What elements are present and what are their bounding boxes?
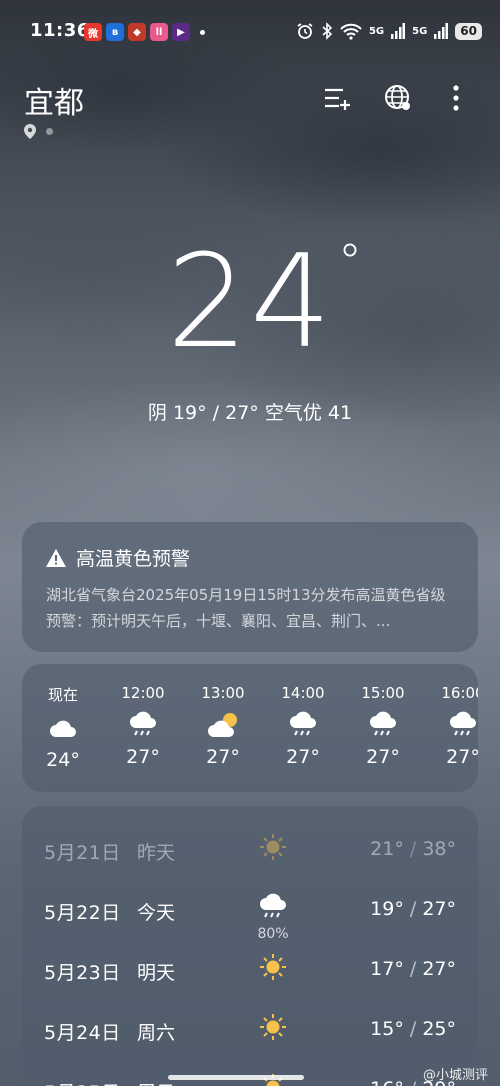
hour-temp: 24° (46, 749, 80, 771)
hour-time: 12:00 (121, 684, 165, 702)
hour-time: 16:00 (441, 684, 478, 702)
manage-cities-button[interactable] (322, 82, 354, 114)
hour-time: 13:00 (201, 684, 245, 702)
warning-icon (46, 548, 66, 567)
day-date: 5月25日 (44, 1078, 121, 1086)
hour-time: 现在 (47, 686, 78, 704)
alert-title-text: 高温黄色预警 (76, 548, 191, 570)
alert-title: 高温黄色预警 (46, 544, 190, 571)
day-date: 5月21日 (44, 842, 121, 864)
rain-icon (260, 893, 286, 918)
list-add-icon (325, 88, 350, 110)
sun-icon (260, 954, 286, 980)
day-high: 27° (422, 958, 456, 980)
hour-item: 现在 24° (28, 684, 98, 771)
sun-icon (260, 1014, 286, 1040)
hour-temp: 27° (366, 746, 400, 768)
day-range: 21° / 38° (370, 838, 456, 860)
status-time: 11:36 (30, 20, 90, 41)
signal-1-icon (391, 23, 406, 39)
day-high: 27° (422, 898, 456, 920)
day-low: 17° (370, 958, 404, 980)
current-temp-value: 24 (166, 228, 334, 377)
hour-item: 13:00 27° (188, 684, 258, 768)
day-date: 5月22日 (44, 902, 121, 924)
hour-time: 14:00 (281, 684, 325, 702)
day-weekday: 周六 (137, 1022, 176, 1044)
rain-icon (370, 711, 396, 736)
globe-button[interactable] (382, 82, 414, 114)
current-temperature: 24 ° (0, 228, 500, 377)
page-dot (46, 128, 53, 135)
signal-2-label: 5G (412, 25, 428, 37)
game-app-icon: ◆ (128, 23, 146, 41)
home-indicator[interactable] (168, 1075, 304, 1080)
day-low: 21° (370, 838, 404, 860)
hour-item: 14:00 27° (268, 684, 338, 768)
video-app-icon: ll (150, 23, 168, 41)
day-low: 19° (370, 898, 404, 920)
hour-item: 12:00 27° (108, 684, 178, 768)
player-app-icon: ▶ (172, 23, 190, 41)
location-indicator (24, 124, 53, 139)
watermark: @小城测评 (422, 1068, 488, 1083)
day-high: 38° (422, 838, 456, 860)
day-weekday: 明天 (137, 962, 176, 984)
hour-item: 15:00 27° (348, 684, 418, 768)
signal-2-icon (434, 23, 449, 39)
bluetooth-app-icon: ʙ (106, 23, 124, 41)
wifi-icon (340, 23, 362, 40)
bluetooth-icon (322, 22, 333, 40)
status-bar: 11:36 微 ʙ ◆ ll ▶ 5G 5G 60 (0, 0, 500, 64)
more-notifications-icon (200, 29, 205, 35)
day-weekday: 今天 (137, 902, 176, 924)
battery-indicator: 60 (455, 22, 482, 40)
hour-temp: 27° (126, 746, 160, 768)
day-low: 16° (370, 1078, 404, 1086)
precip-chance: 80% (257, 926, 289, 942)
more-vertical-icon (453, 85, 459, 111)
city-name[interactable]: 宜都 (24, 78, 84, 122)
sun-icon (260, 834, 286, 860)
signal-1-label: 5G (368, 25, 385, 37)
globe-icon (385, 85, 410, 110)
day-range: 17° / 27° (370, 958, 456, 980)
location-pin-icon (24, 124, 36, 139)
status-app-icons: 微 ʙ ◆ ll ▶ (84, 23, 205, 41)
more-options-button[interactable] (440, 82, 472, 114)
day-row[interactable]: 5月23日 明天 17° / 27° (22, 948, 478, 998)
alert-card[interactable]: 高温黄色预警 湖北省气象台2025年05月19日15时13分发布高温黄色省级预警… (22, 522, 478, 652)
alert-description: 湖北省气象台2025年05月19日15时13分发布高温黄色省级预警：预计明天午后… (46, 586, 446, 630)
day-date: 5月24日 (44, 1022, 121, 1044)
hour-temp: 27° (206, 746, 240, 768)
day-date: 5月23日 (44, 962, 121, 984)
day-row[interactable]: 5月21日 昨天 21° / 38° (22, 828, 478, 878)
hour-item: 16:00 27° (428, 684, 478, 768)
day-row[interactable]: 5月24日 周六 15° / 25° (22, 1008, 478, 1058)
hourly-forecast-card[interactable]: 现在 24° 12:00 27° 13:00 27° 14:00 27° 15:… (22, 664, 478, 792)
day-range: 19° / 27° (370, 898, 456, 920)
day-low: 15° (370, 1018, 404, 1040)
weibo-app-icon: 微 (84, 23, 102, 41)
degree-symbol: ° (338, 234, 364, 290)
day-high: 25° (422, 1018, 456, 1040)
rain-icon (130, 711, 156, 736)
day-row[interactable]: 5月22日 今天 80% 19° / 27° (22, 888, 478, 942)
status-right: 5G 5G 60 (296, 22, 482, 40)
daily-forecast-card[interactable]: 5月21日 昨天 21° / 38° 5月22日 今天 80% 19° / 27… (22, 806, 478, 1086)
hour-temp: 27° (446, 746, 478, 768)
weather-summary[interactable]: 阴 19° / 27° 空气优 41 (0, 398, 500, 425)
day-range: 15° / 25° (370, 1018, 456, 1040)
cloud-icon (50, 720, 76, 737)
hour-temp: 27° (286, 746, 320, 768)
hour-time: 15:00 (361, 684, 405, 702)
alarm-icon (297, 23, 313, 39)
rain-icon (290, 711, 316, 736)
rain-icon (450, 711, 476, 736)
partly-cloudy-icon (208, 713, 237, 737)
day-weekday: 昨天 (137, 842, 176, 864)
